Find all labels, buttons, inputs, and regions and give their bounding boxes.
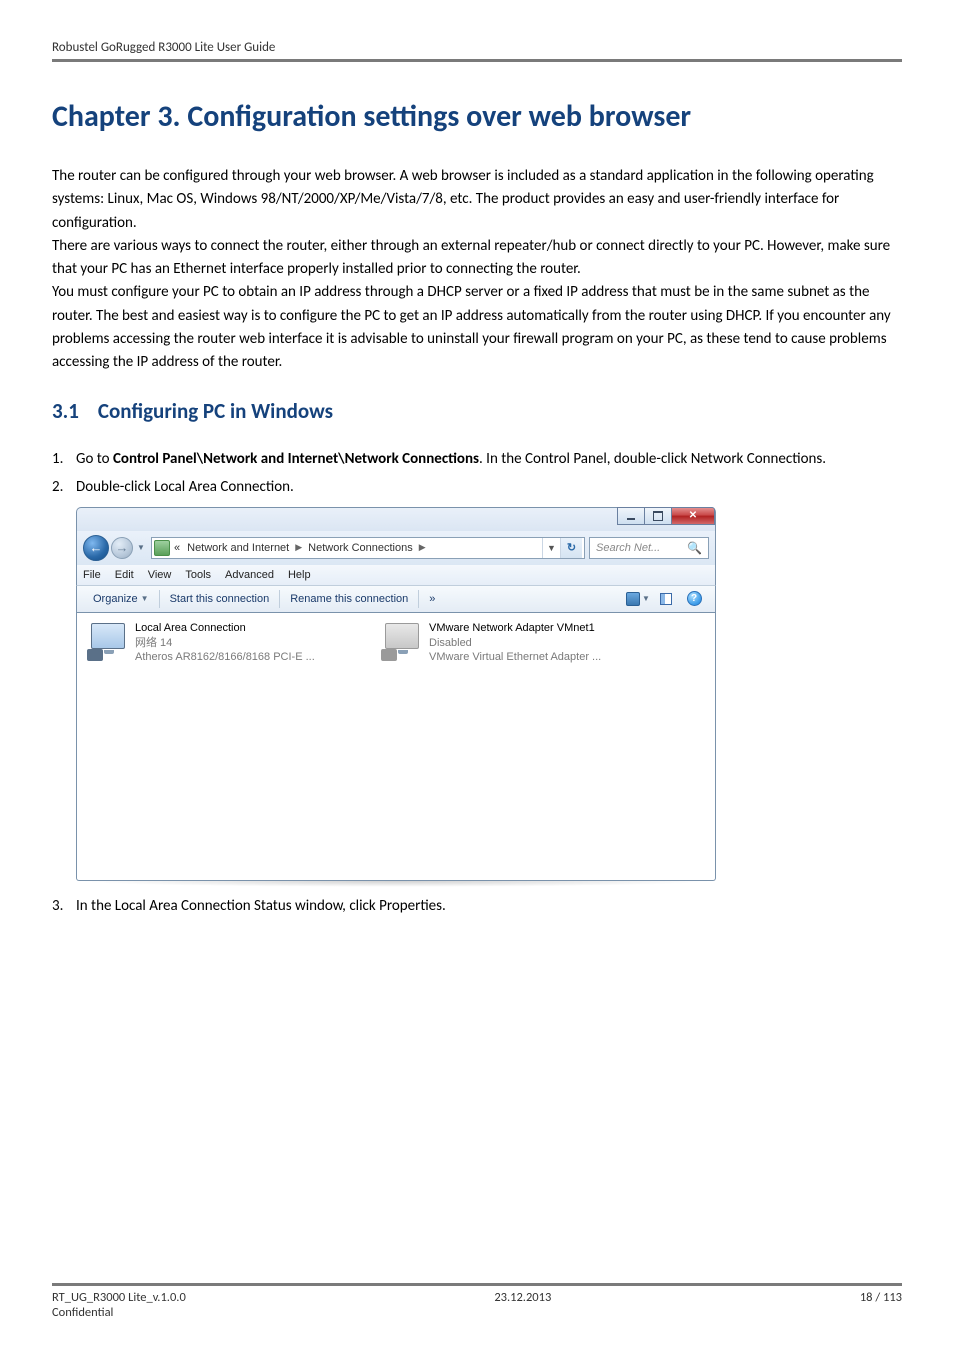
- header-rule: [52, 59, 902, 62]
- list-item: 1. Go to Control Panel\Network and Inter…: [52, 448, 902, 471]
- recent-locations-dropdown[interactable]: ▼: [135, 543, 147, 552]
- breadcrumb-separator-icon[interactable]: ▶: [417, 542, 428, 553]
- list-number: 3.: [52, 895, 63, 918]
- footer-center: 23.12.2013: [494, 1290, 551, 1305]
- forward-button[interactable]: →: [111, 537, 133, 559]
- menu-view[interactable]: View: [148, 569, 172, 581]
- doc-header: Robustel GoRugged R3000 Lite User Guide: [52, 40, 902, 55]
- chevron-down-icon: ▼: [141, 594, 149, 603]
- window-shadow: [76, 881, 716, 887]
- search-placeholder: Search Net...: [596, 542, 660, 554]
- explorer-window: ← → ▼ « Network and Internet ▶ Network C…: [76, 507, 716, 881]
- menu-bar: File Edit View Tools Advanced Help: [76, 565, 716, 585]
- file-list-area[interactable]: Local Area Connection 网络 14 Atheros AR81…: [76, 613, 716, 881]
- back-button[interactable]: ←: [83, 535, 109, 561]
- search-icon: 🔍: [687, 541, 702, 555]
- help-button[interactable]: ?: [681, 589, 707, 609]
- change-view-button[interactable]: ▼: [625, 589, 651, 609]
- organize-button[interactable]: Organize ▼: [85, 593, 157, 605]
- help-icon: ?: [687, 591, 702, 606]
- breadcrumb-part[interactable]: Network and Internet: [183, 542, 293, 554]
- item-title: Local Area Connection: [135, 621, 315, 636]
- address-history-dropdown[interactable]: ▼: [542, 538, 560, 558]
- preview-pane-icon: [660, 593, 672, 605]
- item-detail: Atheros AR8162/8166/8168 PCI-E ...: [135, 650, 315, 665]
- maximize-button[interactable]: [644, 507, 672, 525]
- footer-left2: Confidential: [52, 1305, 902, 1320]
- preview-pane-button[interactable]: [653, 589, 679, 609]
- list-number: 2.: [52, 476, 63, 499]
- window-titlebar[interactable]: [76, 507, 716, 531]
- nav-row: ← → ▼ « Network and Internet ▶ Network C…: [76, 531, 716, 565]
- breadcrumb-separator-icon[interactable]: ▶: [293, 542, 304, 553]
- list-number: 1.: [52, 448, 63, 471]
- toolbar-separator: [159, 590, 160, 608]
- organize-label: Organize: [93, 593, 138, 605]
- item-detail: VMware Virtual Ethernet Adapter ...: [429, 650, 601, 665]
- refresh-button[interactable]: ↻: [560, 538, 582, 558]
- page-footer: RT_UG_R3000 Lite_v.1.0.0 23.12.2013 18 /…: [52, 1283, 902, 1320]
- section-title: 3.1 Configuring PC in Windows: [52, 398, 902, 424]
- search-input[interactable]: Search Net... 🔍: [589, 537, 709, 559]
- screenshot-container: ← → ▼ « Network and Internet ▶ Network C…: [76, 507, 902, 887]
- adapter-icon: [87, 621, 129, 663]
- minimize-button[interactable]: [617, 507, 645, 525]
- li1-bold: Control Panel\Network and Internet\Netwo…: [113, 450, 479, 468]
- intro-paragraph: The router can be configured through you…: [52, 165, 902, 374]
- section-number: 3.1: [52, 398, 79, 424]
- menu-tools[interactable]: Tools: [185, 569, 211, 581]
- start-connection-button[interactable]: Start this connection: [162, 593, 278, 605]
- menu-advanced[interactable]: Advanced: [225, 569, 274, 581]
- footer-left: RT_UG_R3000 Lite_v.1.0.0: [52, 1290, 186, 1305]
- rename-connection-button[interactable]: Rename this connection: [282, 593, 416, 605]
- list-item: 3. In the Local Area Connection Status w…: [52, 895, 902, 918]
- overflow-button[interactable]: »: [421, 593, 443, 605]
- item-subtitle: Disabled: [429, 636, 601, 651]
- network-connection-item[interactable]: VMware Network Adapter VMnet1 Disabled V…: [381, 621, 651, 872]
- list-item: 2. Double-click Local Area Connection.: [52, 476, 902, 499]
- command-bar: Organize ▼ Start this connection Rename …: [76, 585, 716, 613]
- view-icon: [626, 592, 640, 606]
- breadcrumb-lead: «: [174, 542, 180, 554]
- address-bar[interactable]: « Network and Internet ▶ Network Connect…: [151, 537, 585, 559]
- menu-help[interactable]: Help: [288, 569, 311, 581]
- adapter-icon: [381, 621, 423, 663]
- section-heading-text: Configuring PC in Windows: [98, 398, 333, 424]
- li1-prefix: Go to: [76, 450, 113, 468]
- network-connection-item[interactable]: Local Area Connection 网络 14 Atheros AR81…: [87, 621, 357, 872]
- li3-text: In the Local Area Connection Status wind…: [76, 897, 446, 915]
- location-icon: [154, 540, 170, 556]
- close-button[interactable]: [671, 507, 715, 525]
- li2-text: Double-click Local Area Connection.: [76, 478, 294, 496]
- chevron-down-icon: ▼: [642, 594, 650, 603]
- footer-rule: [52, 1283, 902, 1286]
- item-title: VMware Network Adapter VMnet1: [429, 621, 601, 636]
- breadcrumb-part[interactable]: Network Connections: [304, 542, 417, 554]
- toolbar-separator: [279, 590, 280, 608]
- item-subtitle: 网络 14: [135, 636, 315, 651]
- menu-edit[interactable]: Edit: [115, 569, 134, 581]
- toolbar-separator: [418, 590, 419, 608]
- footer-right: 18 / 113: [860, 1290, 902, 1305]
- menu-file[interactable]: File: [83, 569, 101, 581]
- li1-suffix: . In the Control Panel, double-click Net…: [479, 450, 826, 468]
- chapter-title: Chapter 3. Configuration settings over w…: [52, 98, 902, 135]
